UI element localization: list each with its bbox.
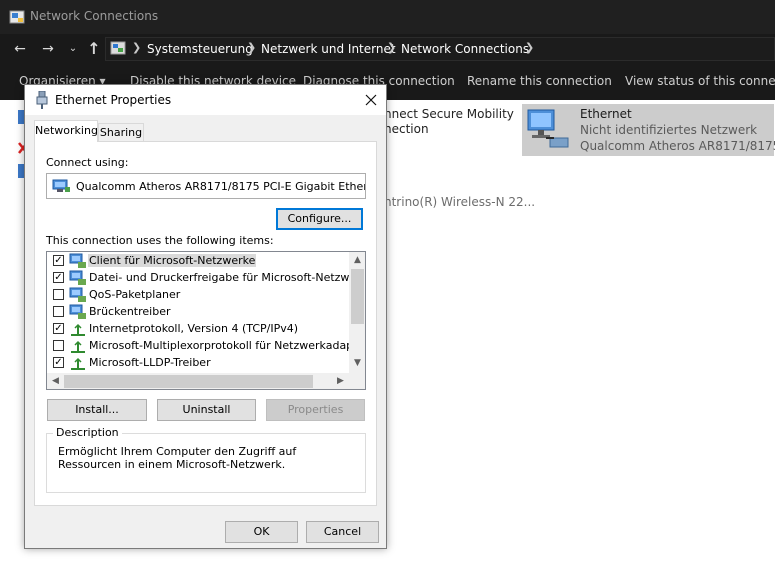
properties-button[interactable]: Properties xyxy=(266,399,365,421)
ethernet-status: Nicht identifiziertes Netzwerk xyxy=(580,123,758,137)
breadcrumb-separator-icon[interactable]: ❯ xyxy=(132,41,141,54)
recent-locations-chevron-icon[interactable]: ⌄ xyxy=(63,40,83,58)
item-checkbox[interactable]: ✓ xyxy=(53,255,64,266)
item-checkbox[interactable] xyxy=(53,340,64,351)
scroll-down-icon[interactable]: ▼ xyxy=(349,358,365,368)
list-item[interactable]: Brückentreiber xyxy=(47,304,349,321)
cancel-button[interactable]: Cancel xyxy=(306,521,379,543)
view-status-command[interactable]: View status of this connection xyxy=(625,74,775,88)
horizontal-scroll-thumb[interactable] xyxy=(64,375,313,388)
forward-arrow-icon[interactable]: → xyxy=(38,40,58,58)
rename-command[interactable]: Rename this connection xyxy=(467,74,612,88)
list-item[interactable]: QoS-Paketplaner xyxy=(47,287,349,304)
item-checkbox[interactable]: ✓ xyxy=(53,272,64,283)
description-group: Description Ermöglicht Ihrem Computer de… xyxy=(46,426,366,493)
network-protocol-icon xyxy=(71,323,85,336)
items-label: This connection uses the following items… xyxy=(46,234,274,247)
list-item[interactable]: ✓ Client für Microsoft-Netzwerke xyxy=(47,253,349,270)
item-checkbox[interactable] xyxy=(53,289,64,300)
uninstall-button[interactable]: Uninstall xyxy=(157,399,256,421)
network-folder-icon xyxy=(9,10,25,24)
description-text: Ermöglicht Ihrem Computer den Zugriff au… xyxy=(58,445,297,471)
list-item[interactable]: Microsoft-Multiplexorprotokoll für Netzw… xyxy=(47,338,365,355)
ethernet-device: Qualcomm Atheros AR8171/8175 ... xyxy=(580,139,775,153)
up-arrow-icon[interactable]: ↑ xyxy=(84,40,104,58)
list-item[interactable]: ✓ Internetprotokoll, Version 4 (TCP/IPv4… xyxy=(47,321,349,338)
tab-sharing[interactable]: Sharing xyxy=(98,123,144,143)
scroll-right-icon[interactable]: ▶ xyxy=(332,376,349,386)
dialog-title: Ethernet Properties xyxy=(55,93,172,107)
install-button[interactable]: Install... xyxy=(47,399,147,421)
network-plug-icon xyxy=(36,91,48,109)
ethernet-properties-dialog: Ethernet Properties Networking Sharing C… xyxy=(24,84,387,549)
connect-using-label: Connect using: xyxy=(46,156,129,169)
list-item[interactable]: ✓ Microsoft-LLDP-Treiber xyxy=(47,355,349,372)
vertical-scrollbar[interactable]: ▲ ▼ xyxy=(349,252,365,373)
close-icon[interactable] xyxy=(360,89,382,111)
ethernet-connection-tile[interactable]: Ethernet Nicht identifiziertes Netzwerk … xyxy=(522,104,775,156)
item-label: Microsoft-Multiplexorprotokoll für Netzw… xyxy=(89,339,366,352)
network-service-icon xyxy=(69,270,86,285)
adapter-field: Qualcomm Atheros AR8171/8175 PCI-E Gigab… xyxy=(46,173,366,199)
ethernet-name: Ethernet xyxy=(580,107,632,121)
adapter-name: Qualcomm Atheros AR8171/8175 PCI-E Gigab… xyxy=(76,180,366,193)
breadcrumb-separator-icon[interactable]: ❯ xyxy=(247,41,256,54)
dialog-title-bar[interactable]: Ethernet Properties xyxy=(25,85,386,115)
item-label: Microsoft-LLDP-Treiber xyxy=(89,356,211,369)
scroll-up-icon[interactable]: ▲ xyxy=(349,255,365,265)
item-label: Brückentreiber xyxy=(89,305,171,318)
item-checkbox[interactable]: ✓ xyxy=(53,357,64,368)
network-service-icon xyxy=(69,304,86,319)
breadcrumb-item-systemsteuerung[interactable]: Systemsteuerung xyxy=(147,42,253,56)
breadcrumb-separator-icon[interactable]: ❯ xyxy=(525,41,534,54)
breadcrumb-separator-icon[interactable]: ❯ xyxy=(387,41,396,54)
ethernet-adapter-icon xyxy=(527,109,569,148)
network-client-icon xyxy=(69,253,86,268)
components-list[interactable]: ✓ Client für Microsoft-Netzwerke ✓ Datei… xyxy=(46,251,366,390)
item-label: Internetprotokoll, Version 4 (TCP/IPv4) xyxy=(89,322,299,335)
horizontal-scrollbar[interactable]: ◀ ▶ xyxy=(47,373,349,389)
network-protocol-icon xyxy=(71,357,85,370)
item-checkbox[interactable]: ✓ xyxy=(53,323,64,334)
list-item[interactable]: ✓ Datei- und Druckerfreigabe für Microso… xyxy=(47,270,365,287)
vpn-connection-name[interactable]: nnect Secure Mobility xyxy=(384,107,514,121)
scrollbar-corner xyxy=(349,373,365,389)
wifi-connection-device[interactable]: ntrino(R) Wireless-N 22... xyxy=(384,195,535,209)
back-arrow-icon[interactable]: ← xyxy=(10,40,30,58)
network-protocol-icon xyxy=(71,340,85,353)
breadcrumb-item-network-connections[interactable]: Network Connections xyxy=(401,42,529,56)
scroll-left-icon[interactable]: ◀ xyxy=(47,376,64,386)
explorer-title-bar: Network Connections xyxy=(0,0,775,34)
item-label: Client für Microsoft-Netzwerke xyxy=(88,254,257,267)
control-panel-icon xyxy=(110,41,126,55)
description-legend: Description xyxy=(53,426,122,439)
breadcrumb[interactable]: ❯ Systemsteuerung ❯ Netzwerk und Interne… xyxy=(105,37,775,61)
tab-networking[interactable]: Networking xyxy=(34,120,98,142)
address-bar: ← → ⌄ ↑ ❯ Systemsteuerung ❯ Netzwerk und… xyxy=(0,34,775,64)
ok-button[interactable]: OK xyxy=(225,521,298,543)
breadcrumb-item-netzwerk[interactable]: Netzwerk und Internet xyxy=(261,42,396,56)
item-label: Datei- und Druckerfreigabe für Microsoft… xyxy=(89,271,366,284)
vertical-scroll-thumb[interactable] xyxy=(351,269,364,324)
item-label: QoS-Paketplaner xyxy=(89,288,181,301)
vpn-connection-name-line2[interactable]: nection xyxy=(384,122,429,136)
network-service-icon xyxy=(69,287,86,302)
item-checkbox[interactable] xyxy=(53,306,64,317)
configure-button[interactable]: Configure... xyxy=(276,208,363,230)
window-title: Network Connections xyxy=(30,9,159,23)
networking-tab-panel: Connect using: Qualcomm Atheros AR8171/8… xyxy=(34,141,377,506)
network-adapter-icon xyxy=(52,179,70,192)
